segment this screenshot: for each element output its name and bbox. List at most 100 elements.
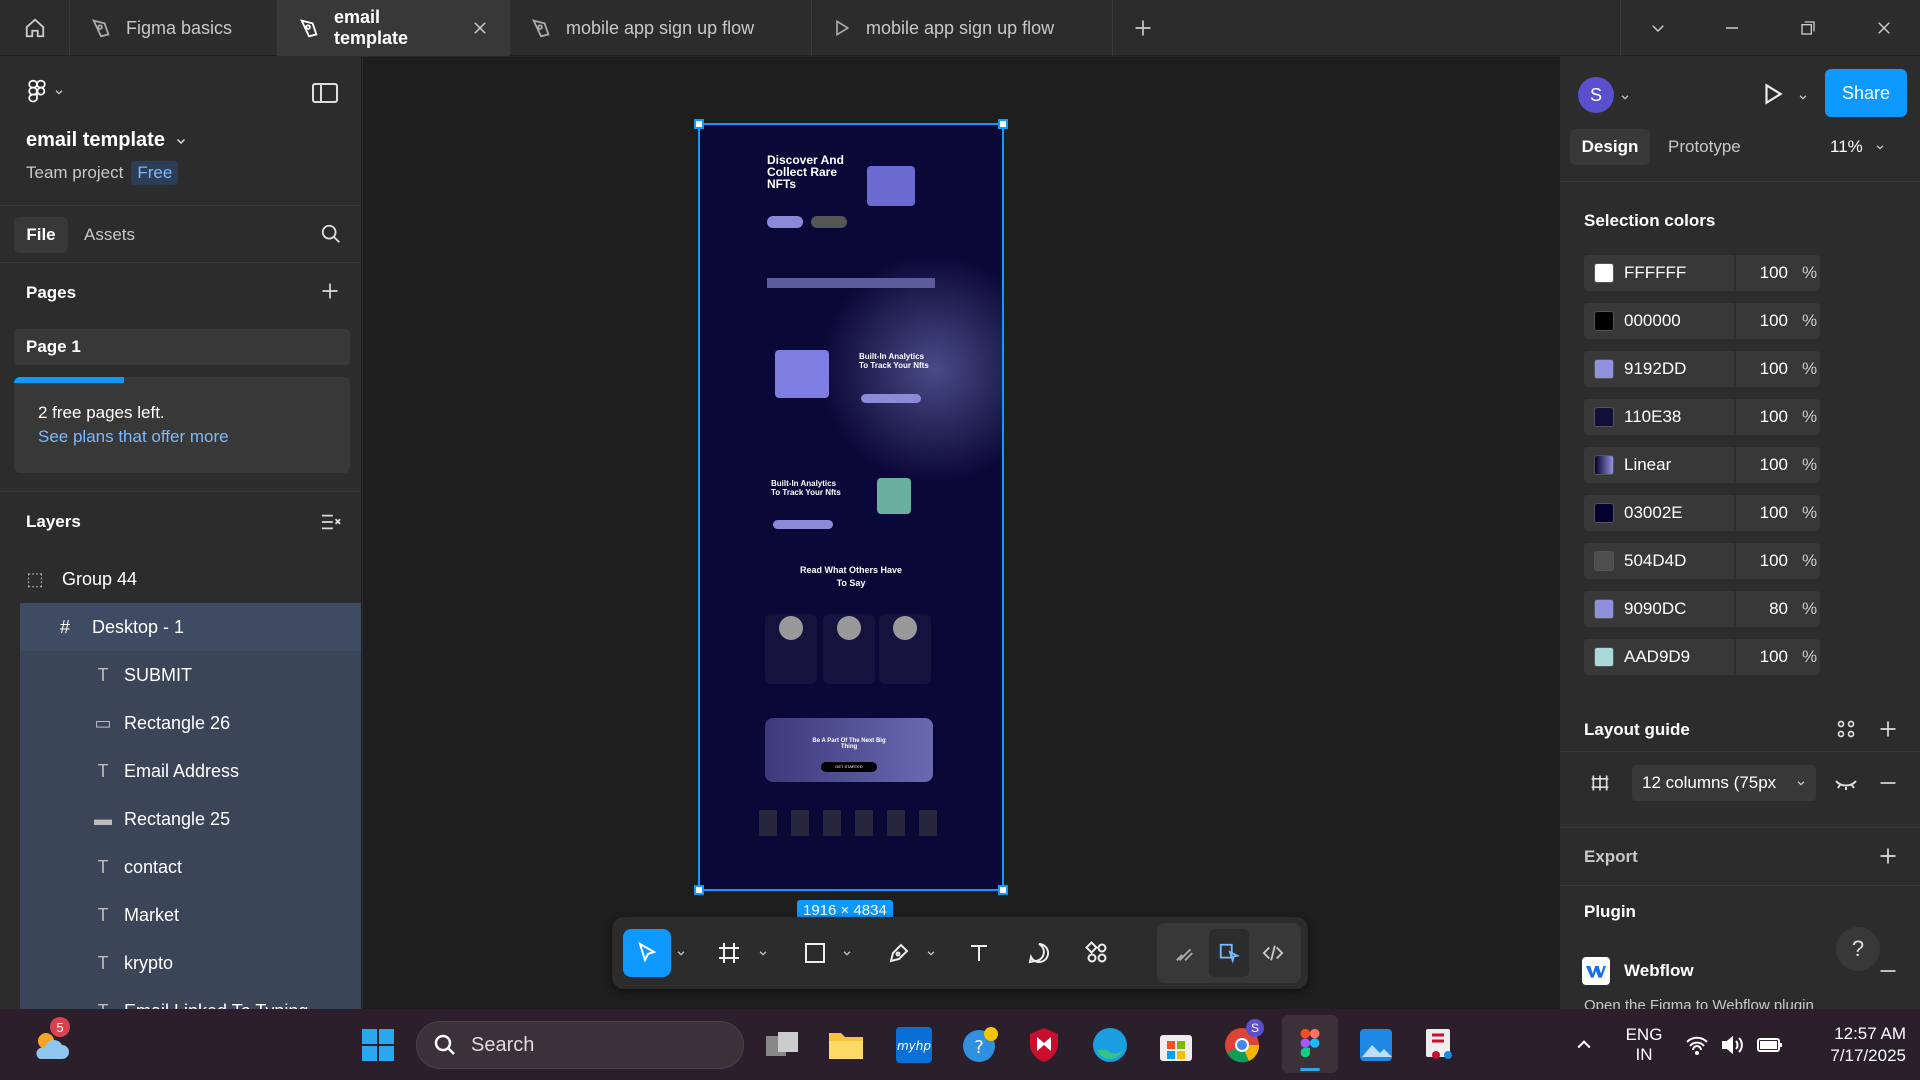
comment-tool-button[interactable] xyxy=(1017,929,1061,977)
zoom-control[interactable]: 11% xyxy=(1830,129,1885,165)
toggle-sidebar-button[interactable] xyxy=(312,83,338,108)
tab-design[interactable]: Design xyxy=(1570,129,1650,165)
store-button[interactable] xyxy=(1152,1009,1200,1080)
color-hex[interactable]: 9090DC xyxy=(1624,599,1686,619)
color-opacity[interactable]: 100 xyxy=(1744,647,1788,667)
selection-color-row[interactable]: 110E38 100% xyxy=(1584,399,1820,435)
add-page-button[interactable] xyxy=(320,281,340,306)
color-opacity[interactable]: 80 xyxy=(1744,599,1788,619)
main-menu-button[interactable] xyxy=(26,79,64,105)
tab-mobile-app-1[interactable]: mobile app sign up flow xyxy=(510,0,812,56)
resize-handle[interactable] xyxy=(998,119,1008,129)
file-explorer-button[interactable] xyxy=(822,1009,870,1080)
text-tool-button[interactable] xyxy=(957,929,1001,977)
color-hex[interactable]: 110E38 xyxy=(1624,407,1681,427)
layer-group-44[interactable]: ⬚ Group 44 xyxy=(20,555,361,603)
avatar[interactable]: S xyxy=(1578,77,1614,113)
figma-taskbar-button[interactable] xyxy=(1282,1015,1338,1073)
move-tool-menu[interactable] xyxy=(671,929,691,977)
draw-mode-button[interactable] xyxy=(1165,929,1205,977)
actions-button[interactable] xyxy=(1075,929,1119,977)
collapse-layers-button[interactable] xyxy=(320,512,342,537)
add-layout-guide-button[interactable] xyxy=(1878,719,1898,744)
selection-color-row[interactable]: 03002E 100% xyxy=(1584,495,1820,531)
color-swatch[interactable] xyxy=(1594,407,1614,427)
tabs-dropdown-button[interactable] xyxy=(1620,0,1696,56)
color-hex[interactable]: 504D4D xyxy=(1624,551,1686,571)
task-view-button[interactable] xyxy=(758,1009,806,1080)
present-menu[interactable] xyxy=(1798,89,1808,107)
color-swatch[interactable] xyxy=(1594,263,1614,283)
layer-email-address[interactable]: T Email Address xyxy=(20,747,361,795)
selection-color-row[interactable]: 504D4D 100% xyxy=(1584,543,1820,579)
weather-widget[interactable]: 5 xyxy=(26,1009,74,1080)
color-opacity[interactable]: 100 xyxy=(1744,263,1788,283)
selection-color-row[interactable]: 9090DC 80% xyxy=(1584,591,1820,627)
layer-contact[interactable]: T contact xyxy=(20,843,361,891)
tab-prototype[interactable]: Prototype xyxy=(1668,129,1741,165)
color-hex[interactable]: Linear xyxy=(1624,455,1671,475)
pen-tool-menu[interactable] xyxy=(921,929,941,977)
color-swatch[interactable] xyxy=(1594,551,1614,571)
selection-color-row[interactable]: 000000 100% xyxy=(1584,303,1820,339)
tab-file[interactable]: File xyxy=(14,217,68,253)
start-button[interactable] xyxy=(356,1009,400,1080)
tab-email-template[interactable]: email template xyxy=(278,0,510,56)
tab-assets[interactable]: Assets xyxy=(84,217,135,253)
shape-tool-menu[interactable] xyxy=(837,929,857,977)
resize-handle[interactable] xyxy=(998,885,1008,895)
layout-guide-dropdown[interactable]: 12 columns (75px xyxy=(1632,765,1816,801)
edge-button[interactable] xyxy=(1086,1009,1134,1080)
selection-color-row[interactable]: 9192DD 100% xyxy=(1584,351,1820,387)
remove-layout-guide-button[interactable] xyxy=(1878,773,1898,798)
remove-plugin-button[interactable] xyxy=(1878,961,1898,986)
help-app-button[interactable]: ? xyxy=(956,1009,1004,1080)
layer-email-linked[interactable]: T Email Linked To Typing xyxy=(20,987,361,1009)
color-opacity[interactable]: 100 xyxy=(1744,551,1788,571)
avatar-menu[interactable] xyxy=(1620,89,1630,107)
frame-tool-menu[interactable] xyxy=(753,929,773,977)
system-tray[interactable] xyxy=(1684,1009,1784,1080)
present-button[interactable] xyxy=(1760,81,1786,112)
add-export-button[interactable] xyxy=(1878,846,1898,871)
search-layers-button[interactable] xyxy=(320,223,342,250)
canvas[interactable]: Discover And Collect Rare NFTs Built-In … xyxy=(363,57,1559,1009)
new-tab-button[interactable] xyxy=(1113,0,1173,56)
home-button[interactable] xyxy=(0,0,70,56)
color-opacity[interactable]: 100 xyxy=(1744,359,1788,379)
color-swatch[interactable] xyxy=(1594,503,1614,523)
plugin-name[interactable]: Webflow xyxy=(1624,961,1694,981)
close-icon[interactable] xyxy=(471,19,489,37)
clock[interactable]: 12:57 AM 7/17/2025 xyxy=(1796,1009,1906,1080)
color-hex[interactable]: 000000 xyxy=(1624,311,1681,331)
move-tool-button[interactable] xyxy=(623,929,671,977)
resize-handle[interactable] xyxy=(694,119,704,129)
color-hex[interactable]: AAD9D9 xyxy=(1624,647,1690,667)
color-hex[interactable]: 9192DD xyxy=(1624,359,1686,379)
taskbar-search[interactable]: Search xyxy=(416,1021,744,1069)
help-button[interactable]: ? xyxy=(1836,927,1880,971)
layer-submit[interactable]: T SUBMIT xyxy=(20,651,361,699)
color-opacity[interactable]: 100 xyxy=(1744,503,1788,523)
file-name-button[interactable]: email template xyxy=(26,129,187,152)
dev-mode-button[interactable] xyxy=(1253,929,1293,977)
layer-rectangle-25[interactable]: ▬ Rectangle 25 xyxy=(20,795,361,843)
color-hex[interactable]: FFFFFF xyxy=(1624,263,1686,283)
selection-color-row[interactable]: AAD9D9 100% xyxy=(1584,639,1820,675)
selection-color-row[interactable]: Linear 100% xyxy=(1584,447,1820,483)
selection-color-row[interactable]: FFFFFF 100% xyxy=(1584,255,1820,291)
resize-handle[interactable] xyxy=(694,885,704,895)
color-swatch[interactable] xyxy=(1594,311,1614,331)
layout-guide-styles-button[interactable] xyxy=(1836,719,1856,744)
tab-figma-basics[interactable]: Figma basics xyxy=(70,0,278,56)
toggle-guide-visibility[interactable] xyxy=(1834,773,1858,798)
page-item-page-1[interactable]: Page 1 xyxy=(14,329,350,365)
restore-button[interactable] xyxy=(1770,0,1846,56)
myhp-button[interactable]: myhp xyxy=(890,1009,938,1080)
photos-button[interactable] xyxy=(1352,1009,1400,1080)
show-hidden-icons-button[interactable] xyxy=(1568,1009,1600,1080)
share-button[interactable]: Share xyxy=(1825,69,1907,117)
color-swatch[interactable] xyxy=(1594,455,1614,475)
layer-desktop-1[interactable]: # Desktop - 1 xyxy=(20,603,361,651)
color-swatch[interactable] xyxy=(1594,359,1614,379)
